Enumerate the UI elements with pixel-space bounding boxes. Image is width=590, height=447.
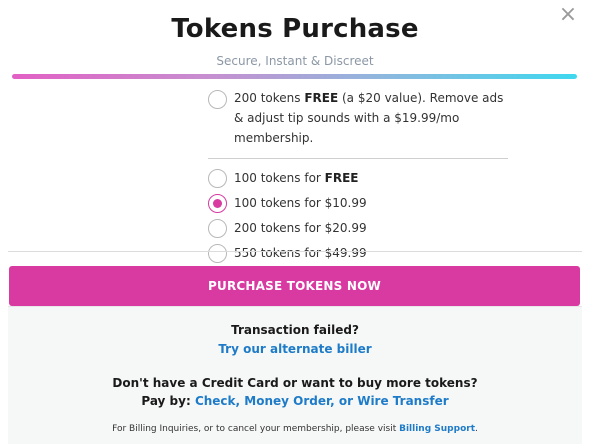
radio-button[interactable] [208,219,227,238]
footer-panel: Transaction failed? Try our alternate bi… [8,306,582,444]
section-divider [8,251,582,252]
option-550-4999[interactable]: 550 tokens for $49.99 [208,242,508,267]
gradient-divider [12,74,577,79]
radio-button[interactable] [208,244,227,263]
radio-button[interactable] [208,169,227,188]
option-label: 100 tokens for FREE [234,171,359,185]
option-membership[interactable]: 200 tokens FREE (a $20 value). Remove ad… [208,88,508,148]
option-membership-label: 200 tokens FREE (a $20 value). Remove ad… [234,91,504,145]
billing-inquiries-text: For Billing Inquiries, or to cancel your… [112,424,478,434]
option-label: 200 tokens for $20.99 [234,221,367,235]
option-200-2099[interactable]: 200 tokens for $20.99 [208,217,508,242]
pay-by-line: Pay by: Check, Money Order, or Wire Tran… [8,394,582,408]
option-100-1099[interactable]: 100 tokens for $10.99 [208,192,508,217]
option-label: 550 tokens for $49.99 [234,246,367,260]
tokens-purchase-modal: × Tokens Purchase Secure, Instant & Disc… [0,0,590,447]
token-options: 200 tokens FREE (a $20 value). Remove ad… [208,88,508,267]
radio-button-checked[interactable] [208,194,227,213]
alternate-payment-link[interactable]: Check, Money Order, or Wire Transfer [195,394,449,408]
option-label: 100 tokens for $10.99 [234,196,367,210]
option-100-free[interactable]: 100 tokens for FREE [208,167,508,192]
transaction-failed-text: Transaction failed? [231,323,359,337]
radio-button[interactable] [208,90,227,109]
modal-subtitle: Secure, Instant & Discreet [216,54,374,68]
purchase-tokens-button[interactable]: PURCHASE TOKENS NOW [9,266,580,306]
modal-title: Tokens Purchase [171,14,419,44]
options-divider [208,158,508,159]
pay-by-label: Pay by: [141,394,195,408]
no-credit-card-text: Don't have a Credit Card or want to buy … [112,376,478,390]
alternate-biller-link[interactable]: Try our alternate biller [8,342,582,356]
billing-support-link[interactable]: Billing Support [399,424,475,434]
